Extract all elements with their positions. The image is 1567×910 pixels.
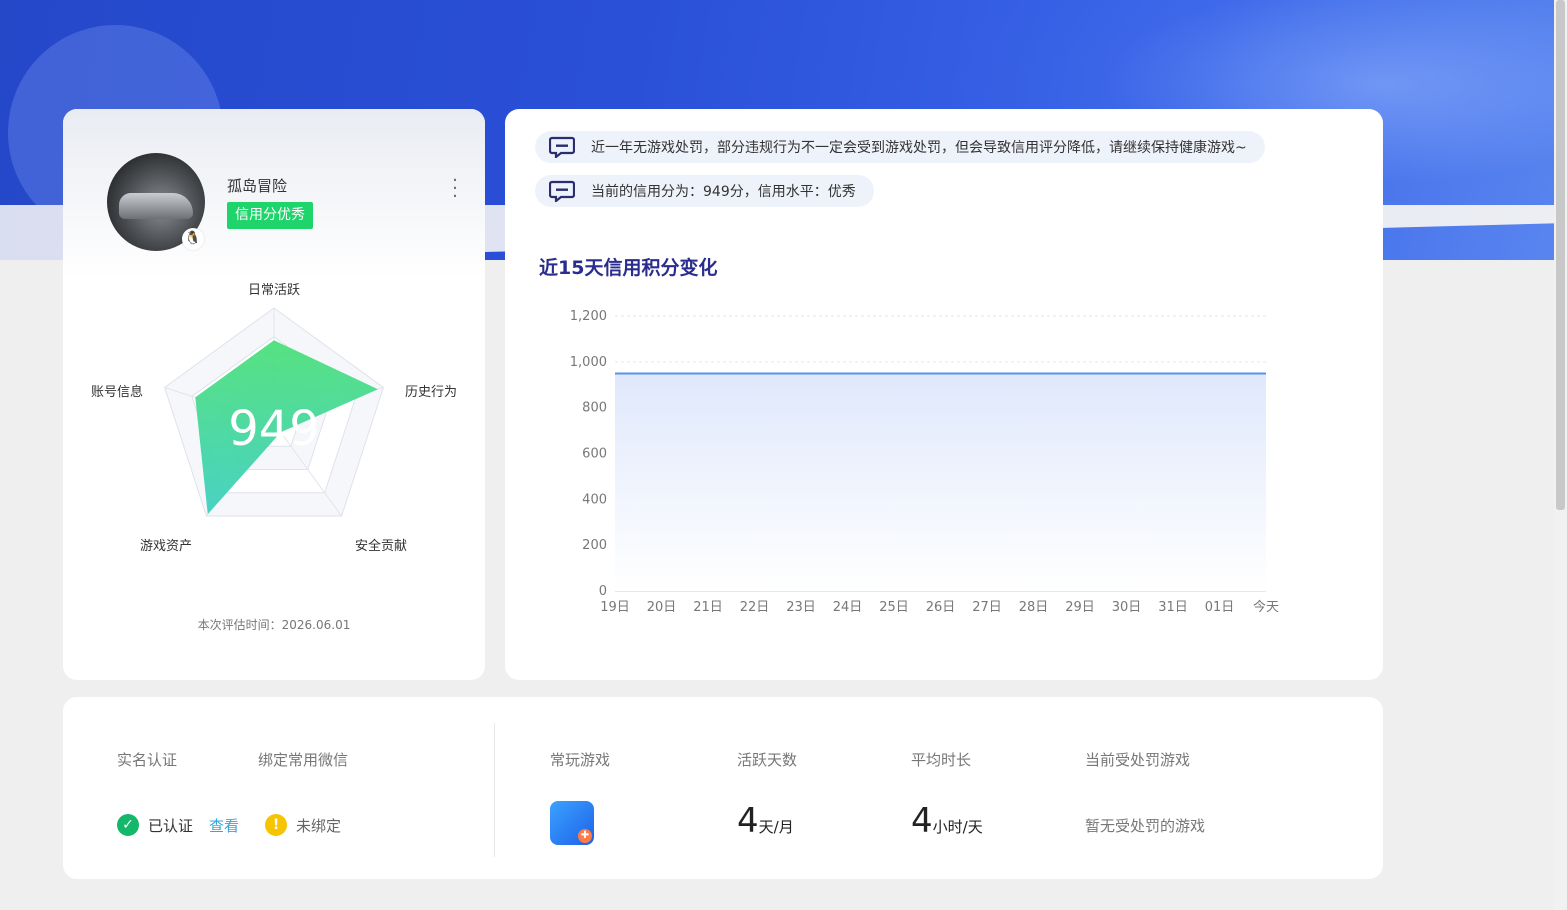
check-circle-icon: ✓ (117, 814, 139, 836)
active-days-heading: 活跃天数 (737, 751, 798, 769)
more-options-icon[interactable]: · · · (447, 172, 463, 206)
game-badge-icon: ✚ (578, 829, 592, 843)
warning-icon: ! (265, 814, 288, 836)
x-tick-label: 19日 (600, 600, 630, 615)
x-tick-label: 25日 (879, 600, 909, 615)
y-tick-label: 800 (582, 401, 607, 416)
avatar-car-image (119, 193, 193, 219)
scrollbar-thumb[interactable] (1556, 0, 1565, 510)
x-tick-label: 23日 (786, 600, 816, 615)
notice-text: 近一年无游戏处罚，部分违规行为不一定会受到游戏处罚，但会导致信用评分降低，请继续… (591, 140, 1247, 156)
x-tick-label: 27日 (972, 600, 1002, 615)
radar-label-history: 历史行为 (405, 385, 458, 400)
x-tick-label: 30日 (1112, 600, 1142, 615)
stats-card: 实名认证 绑定常用微信 ✓ 已认证 查看 ! 未绑定 常玩游戏 活跃天数 平均时… (63, 697, 1383, 879)
notice-no-punishment: 近一年无游戏处罚，部分违规行为不一定会受到游戏处罚，但会导致信用评分降低，请继续… (535, 131, 1265, 163)
x-tick-label: 21日 (693, 600, 723, 615)
avg-duration-number: 4 (911, 801, 933, 841)
view-link[interactable]: 查看 (209, 815, 239, 836)
radar-chart: 949 (164, 307, 384, 517)
message-icon (549, 180, 575, 202)
radar-label-account: 账号信息 (91, 385, 144, 400)
avg-duration-heading: 平均时长 (911, 751, 972, 769)
active-days-value: 4天/月 (737, 801, 794, 841)
credit-level-badge: 信用分优秀 (227, 202, 313, 229)
unbound-text: 未绑定 (296, 816, 342, 835)
message-icon (549, 136, 575, 158)
notice-text: 当前的信用分为：949分，信用水平：优秀 (591, 184, 856, 200)
divider (494, 723, 495, 857)
x-tick-label: 29日 (1065, 600, 1095, 615)
wechat-heading: 绑定常用微信 (258, 751, 349, 769)
y-tick-label: 0 (599, 584, 607, 599)
verified-text: 已认证 (148, 816, 194, 835)
active-days-unit: 天/月 (758, 818, 794, 836)
x-tick-label: 01日 (1205, 600, 1235, 615)
chart-title: 近15天信用积分变化 (539, 257, 718, 279)
credit-score-value: 949 (228, 401, 320, 457)
realname-heading: 实名认证 (117, 751, 178, 769)
radar-label-security: 安全贡献 (355, 539, 408, 554)
radar-label-assets: 游戏资产 (140, 539, 193, 554)
scrollbar[interactable] (1554, 0, 1567, 910)
avg-duration-value: 4小时/天 (911, 801, 983, 841)
x-tick-label: 今天 (1253, 599, 1279, 615)
x-tick-label: 31日 (1158, 600, 1188, 615)
x-tick-label: 26日 (926, 600, 956, 615)
profile-card: 🐧 孤岛冒险 信用分优秀 · · · 949 日常活跃 历史行为 安全贡献 游戏资产… (63, 109, 485, 680)
radar-label-daily-active: 日常活跃 (248, 283, 301, 298)
y-tick-label: 600 (582, 447, 607, 462)
x-tick-label: 20日 (647, 600, 677, 615)
series-area (615, 373, 1266, 591)
y-tick-label: 1,000 (570, 355, 607, 370)
verification-status: ✓ 已认证 查看 ! 未绑定 (117, 814, 341, 836)
notice-current-score: 当前的信用分为：949分，信用水平：优秀 (535, 175, 874, 207)
username: 孤岛冒险 (227, 177, 288, 195)
x-tick-label: 24日 (833, 600, 863, 615)
punished-games-heading: 当前受处罚游戏 (1085, 751, 1191, 769)
game-icon[interactable]: ✚ (550, 801, 594, 845)
frequent-game-heading: 常玩游戏 (550, 751, 611, 769)
y-tick-label: 400 (582, 492, 607, 507)
avg-duration-unit: 小时/天 (932, 818, 983, 836)
no-punished-games-text: 暂无受处罚的游戏 (1085, 817, 1206, 835)
y-tick-label: 1,200 (570, 309, 607, 324)
x-tick-label: 22日 (740, 600, 770, 615)
qq-icon: 🐧 (182, 228, 204, 250)
evaluation-time: 本次评估时间：2026.06.01 (197, 618, 351, 632)
active-days-number: 4 (737, 801, 759, 841)
chart-card: 近一年无游戏处罚，部分违规行为不一定会受到游戏处罚，但会导致信用评分降低，请继续… (505, 109, 1383, 680)
x-tick-label: 28日 (1019, 600, 1049, 615)
credit-score-chart: 0 200 400 600 800 1,000 1,200 19日 20日 21日 22日 23日 24… (570, 309, 1279, 615)
y-tick-label: 200 (582, 538, 607, 553)
